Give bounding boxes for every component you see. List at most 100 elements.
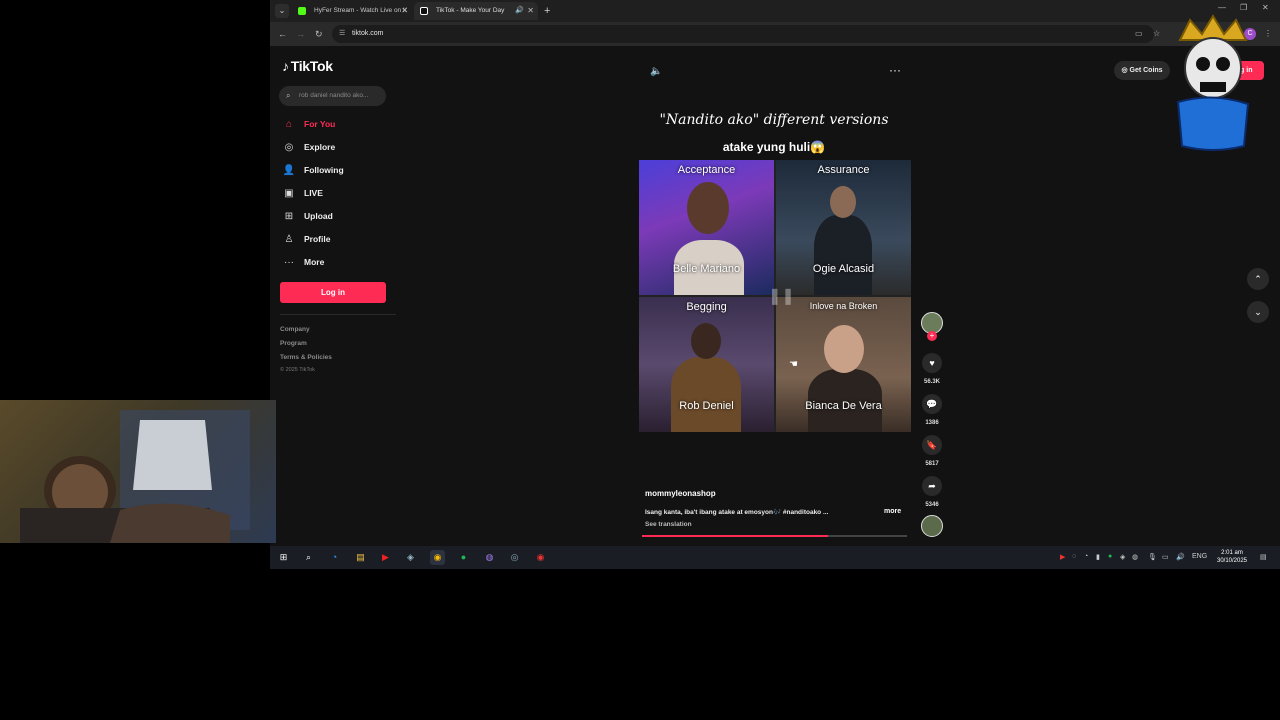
cell-label-bottom: Bianca De Vera	[805, 400, 882, 412]
nav-upload[interactable]: ⊞ Upload	[280, 208, 390, 226]
clock-time: 2:01 am	[1221, 550, 1243, 556]
tray-icon[interactable]: ◌	[1072, 553, 1076, 560]
upload-icon: ⊞	[284, 211, 294, 222]
video-progress-bar[interactable]	[642, 535, 907, 537]
tab-hyfer-stream[interactable]: HyFer Stream - Watch Live on K ✕	[292, 2, 412, 20]
windows-taskbar: ⊞ ⌕ ◔ ▤ ▶ ◈ ◉ ● ◍ ◎ ◉ ▶ ◌ ◔ ▮ ● ◈ ◍ 🎙 ▭ …	[270, 546, 1280, 569]
media-player-icon[interactable]: ▶	[378, 550, 393, 565]
tab-tiktok[interactable]: TikTok - Make Your Day 🔊 ✕	[414, 2, 538, 20]
comment-count: 1386	[925, 420, 939, 426]
nav-more[interactable]: ··· More	[280, 254, 390, 272]
share-button[interactable]: ➦	[922, 476, 942, 496]
file-explorer-icon[interactable]: ▤	[353, 550, 368, 565]
save-button[interactable]: 🔖	[922, 435, 942, 455]
discord-icon[interactable]: ◍	[482, 550, 497, 565]
nav-label: More	[304, 257, 325, 267]
footer-program-link[interactable]: Program	[280, 340, 307, 347]
pause-icon[interactable]: ❚❚	[768, 286, 795, 306]
browser-menu-icon[interactable]: ⋮	[1264, 28, 1272, 40]
webcam-scene	[20, 410, 250, 543]
forward-icon[interactable]: →	[296, 27, 305, 41]
footer-company-link[interactable]: Company	[280, 326, 310, 333]
app-icon[interactable]: ◎	[507, 550, 522, 565]
caption-more-button[interactable]: more	[884, 508, 901, 515]
clock-date: 30/10/2025	[1216, 558, 1248, 564]
url-text: tiktok.com	[352, 30, 384, 37]
network-icon[interactable]: ▭	[1162, 553, 1169, 561]
video-author[interactable]: mommyleonashop	[645, 489, 716, 498]
cell-label-top: Acceptance	[677, 164, 736, 176]
steam-icon[interactable]: ◈	[403, 550, 418, 565]
login-button[interactable]: Log in	[280, 282, 386, 303]
more-icon: ···	[284, 257, 294, 268]
close-window-icon[interactable]: ✕	[1262, 3, 1269, 12]
tab-search-button[interactable]: ⌄	[275, 4, 289, 18]
tray-icon[interactable]: ▮	[1096, 553, 1100, 561]
recording-app-icon[interactable]: ◉	[533, 550, 548, 565]
tab-title: HyFer Stream - Watch Live on K	[314, 7, 408, 14]
notification-icon[interactable]: ▤	[1260, 553, 1267, 561]
comment-button[interactable]: 💬	[922, 394, 942, 414]
nav-profile[interactable]: ♙ Profile	[280, 231, 390, 249]
video-cell-acceptance: Acceptance Belle Mariano	[639, 160, 774, 295]
tray-spotify-icon[interactable]: ●	[1108, 553, 1112, 560]
like-button[interactable]: ♥	[922, 353, 942, 373]
scroll-up-button[interactable]: ⌃	[1247, 268, 1269, 290]
more-options-icon[interactable]: ···	[889, 63, 901, 77]
chrome-icon[interactable]: ◉	[430, 550, 445, 565]
share-count: 5346	[925, 502, 939, 508]
restore-icon[interactable]: ❐	[1240, 3, 1247, 12]
cell-label-top: Assurance	[817, 164, 870, 176]
nav-explore[interactable]: ◎ Explore	[280, 139, 390, 157]
tray-icon[interactable]: ◈	[1120, 553, 1125, 561]
tray-icon[interactable]: ◔	[1084, 553, 1088, 560]
nav-live[interactable]: ▣ LIVE	[280, 185, 390, 203]
scroll-down-button[interactable]: ⌄	[1247, 301, 1269, 323]
follow-plus-icon[interactable]: +	[927, 331, 937, 341]
taskbar-clock[interactable]: 2:01 am 30/10/2025	[1212, 549, 1252, 565]
music-disc-avatar[interactable]	[921, 515, 943, 537]
mouse-cursor-icon: ☚	[789, 359, 798, 370]
see-translation-link[interactable]: See translation	[645, 521, 692, 528]
bookmark-star-icon[interactable]: ☆	[1153, 28, 1160, 40]
windows-start-icon[interactable]: ⊞	[276, 550, 291, 565]
volume-icon[interactable]: 🔈	[650, 66, 662, 77]
tray-icon[interactable]: ◍	[1132, 553, 1138, 561]
tiktok-logo[interactable]: ♪ TikTok	[282, 58, 333, 74]
address-bar[interactable]: ☰ tiktok.com	[332, 25, 1154, 43]
cell-label-top: Inlove na Broken	[809, 301, 878, 311]
cast-icon[interactable]: ▭	[1135, 28, 1143, 40]
webcam-overlay	[0, 400, 276, 543]
reload-icon[interactable]: ↻	[315, 27, 323, 41]
speaker-icon[interactable]: 🔊	[1176, 553, 1185, 561]
spotify-icon[interactable]: ●	[456, 550, 471, 565]
video-overlay-title: "Nandito ako" different versions	[659, 112, 889, 128]
footer-terms-link[interactable]: Terms & Policies	[280, 354, 332, 361]
nav-label: Upload	[304, 211, 333, 221]
back-icon[interactable]: ←	[278, 27, 287, 41]
browser-window: ⌄ HyFer Stream - Watch Live on K ✕ TikTo…	[270, 0, 1280, 546]
tab-audio-icon[interactable]: 🔊	[515, 2, 524, 20]
microphone-icon[interactable]: 🎙	[1148, 553, 1157, 561]
site-info-icon[interactable]: ☰	[339, 25, 345, 43]
close-tab-icon[interactable]: ✕	[401, 2, 408, 20]
video-cell-assurance: Assurance Ogie Alcasid	[776, 160, 911, 295]
search-input[interactable]: ⌕ rob daniel nandito ako...	[279, 86, 386, 106]
get-coins-button[interactable]: ◎ Get Coins	[1114, 61, 1170, 80]
minimize-icon[interactable]: —	[1218, 3, 1226, 12]
nav-for-you[interactable]: ⌂ For You	[280, 116, 390, 134]
search-placeholder: rob daniel nandito ako...	[299, 92, 369, 99]
new-tab-button[interactable]: +	[544, 3, 550, 19]
singer-figure	[671, 357, 741, 432]
browser-toolbar: ← → ↻ ☰ tiktok.com ▭ ☆ C ⋮	[270, 22, 1280, 46]
nav-following[interactable]: 👤 Following	[280, 162, 390, 180]
search-icon[interactable]: ⌕	[301, 550, 316, 565]
footer-copyright: © 2025 TikTok	[280, 367, 315, 373]
close-tab-icon[interactable]: ✕	[527, 2, 534, 20]
language-indicator[interactable]: ENG	[1192, 553, 1207, 560]
singer-head	[691, 323, 721, 359]
screen: ⌄ HyFer Stream - Watch Live on K ✕ TikTo…	[0, 0, 1280, 720]
tray-red-icon[interactable]: ▶	[1060, 553, 1065, 561]
edge-icon[interactable]: ◔	[327, 550, 342, 565]
video-cell-begging: Begging Rob Deniel	[639, 297, 774, 432]
